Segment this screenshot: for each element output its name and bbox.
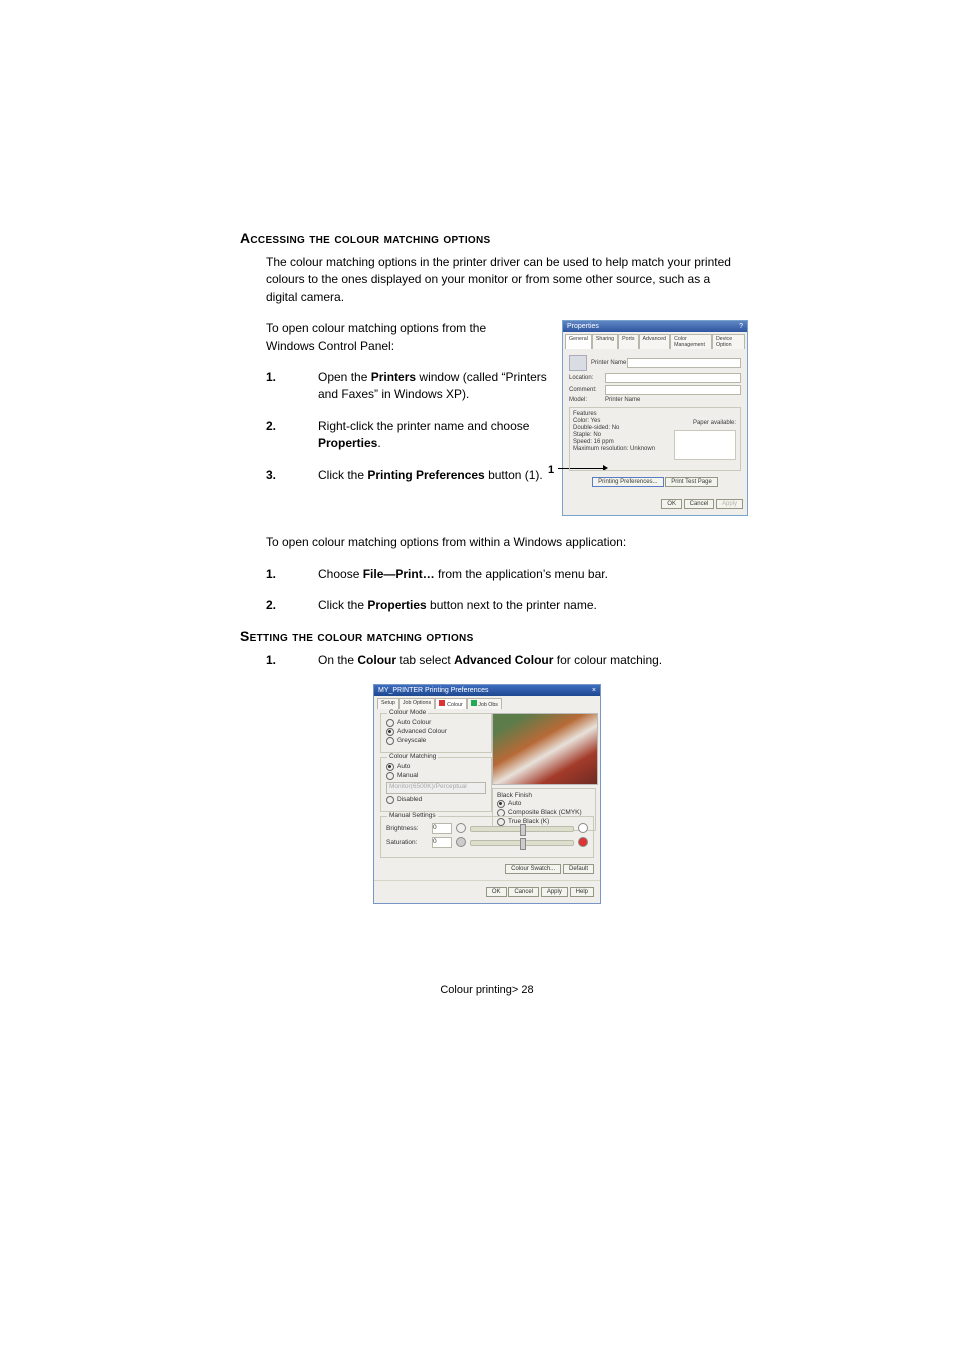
- list-number: 2.: [240, 597, 318, 614]
- radio-match-disabled: Disabled: [386, 796, 486, 804]
- tab-colormgmt: Color Management: [670, 334, 712, 349]
- tab-joboptions: Job Options: [399, 698, 435, 709]
- printer-name-label: Printer Name: [591, 360, 627, 366]
- match-dropdown: Monitor(6500K)/Perceptual: [386, 782, 486, 794]
- black-finish-legend: Black Finish: [497, 792, 591, 799]
- list-number: 2.: [240, 418, 318, 453]
- printer-name-field: [627, 358, 741, 368]
- radio-black-auto: Auto: [497, 800, 591, 808]
- intro-paragraph: The colour matching options in the print…: [240, 254, 734, 306]
- section-heading-setting: Setting the colour matching options: [240, 628, 734, 644]
- default-button: Default: [563, 864, 594, 874]
- location-label: Location:: [569, 375, 605, 381]
- list-number: 3.: [240, 467, 318, 484]
- titlebar: Properties ?: [563, 321, 747, 332]
- radio-greyscale: Greyscale: [386, 737, 486, 745]
- list-item-2: Right-click the printer name and choose …: [318, 418, 550, 453]
- saturation-label: Saturation:: [386, 839, 428, 846]
- brightness-label: Brightness:: [386, 825, 428, 832]
- prefs-apply-button: Apply: [541, 887, 568, 897]
- list-item-app-2: Click the Properties button next to the …: [318, 597, 734, 614]
- saturation-slider: [470, 840, 574, 846]
- section-heading-accessing: Accessing the colour matching options: [240, 230, 734, 246]
- brightness-value: 0: [432, 823, 452, 834]
- printing-preferences-figure: MY_PRINTER Printing Preferences × Setup …: [373, 684, 601, 904]
- prefs-cancel-button: Cancel: [508, 887, 539, 897]
- sat-high-icon: [578, 837, 588, 849]
- tab-sharing: Sharing: [592, 334, 618, 349]
- model-value: Printer Name: [605, 397, 640, 403]
- radio-advanced-colour: Advanced Colour: [386, 728, 486, 736]
- printing-preferences-button: Printing Preferences...: [592, 477, 663, 487]
- tab-ports: Ports: [618, 334, 638, 349]
- features-label: Features: [573, 411, 737, 417]
- list-item-1: Open the Printers window (called “Printe…: [318, 369, 550, 404]
- prefs-titlebar: MY_PRINTER Printing Preferences ×: [374, 685, 600, 696]
- list-item-app-1: Choose File—Print… from the application’…: [318, 566, 734, 583]
- tab-jobobs: Job Obs: [467, 698, 502, 709]
- sun-dim-icon: [456, 823, 466, 835]
- list-item-setting-1: On the Colour tab select Advanced Colour…: [318, 652, 734, 669]
- callout-number: 1: [548, 464, 554, 476]
- dialog-title: Properties: [567, 323, 599, 330]
- prefs-title: MY_PRINTER Printing Preferences: [378, 687, 488, 694]
- feat-paper: Paper available:: [693, 420, 736, 426]
- saturation-value: 0: [432, 837, 452, 848]
- properties-dialog-figure: Properties ? General Sharing Ports Advan…: [562, 320, 748, 516]
- location-field: [605, 373, 741, 383]
- tab-setup: Setup: [377, 698, 399, 709]
- close-icon: ×: [592, 687, 596, 694]
- help-icon: ?: [739, 323, 743, 330]
- tab-colour: Colour: [435, 698, 467, 709]
- cancel-button: Cancel: [684, 499, 715, 509]
- comment-field: [605, 385, 741, 395]
- colour-mode-legend: Colour Mode: [387, 709, 428, 716]
- tab-deviceopt: Device Option: [712, 334, 745, 349]
- tab-strip: General Sharing Ports Advanced Color Man…: [563, 334, 747, 349]
- sat-low-icon: [456, 837, 466, 849]
- radio-match-manual: Manual: [386, 772, 486, 780]
- ok-button: OK: [661, 499, 682, 509]
- tab-advanced: Advanced: [639, 334, 671, 349]
- list-number: 1.: [240, 652, 318, 669]
- prefs-ok-button: OK: [486, 887, 507, 897]
- list-number: 1.: [240, 566, 318, 583]
- prefs-tab-strip: Setup Job Options Colour Job Obs: [374, 698, 600, 709]
- lead-paragraph-2: To open colour matching options from wit…: [240, 534, 734, 551]
- sun-bright-icon: [578, 823, 588, 835]
- page-footer: Colour printing> 28: [240, 984, 734, 996]
- prefs-help-button: Help: [570, 887, 594, 897]
- manual-settings-legend: Manual Settings: [387, 812, 438, 819]
- list-number: 1.: [240, 369, 318, 404]
- preview-image: [492, 713, 598, 785]
- apply-button: Apply: [716, 499, 743, 509]
- brightness-slider: [470, 826, 574, 832]
- comment-label: Comment:: [569, 387, 605, 393]
- printer-icon: [569, 355, 587, 371]
- radio-auto-colour: Auto Colour: [386, 719, 486, 727]
- list-item-3: Click the Printing Preferences button (1…: [318, 467, 550, 484]
- radio-match-auto: Auto: [386, 763, 486, 771]
- paper-list: [674, 430, 736, 460]
- colour-swatch-button: Colour Swatch...: [505, 864, 561, 874]
- lead-paragraph-1: To open colour matching options from the…: [240, 320, 521, 355]
- model-label: Model:: [569, 397, 605, 403]
- print-test-page-button: Print Test Page: [665, 477, 718, 487]
- features-box: Features Color: Yes Double-sided: No Sta…: [569, 407, 741, 471]
- tab-general: General: [565, 334, 592, 349]
- colour-matching-legend: Colour Matching: [387, 753, 438, 760]
